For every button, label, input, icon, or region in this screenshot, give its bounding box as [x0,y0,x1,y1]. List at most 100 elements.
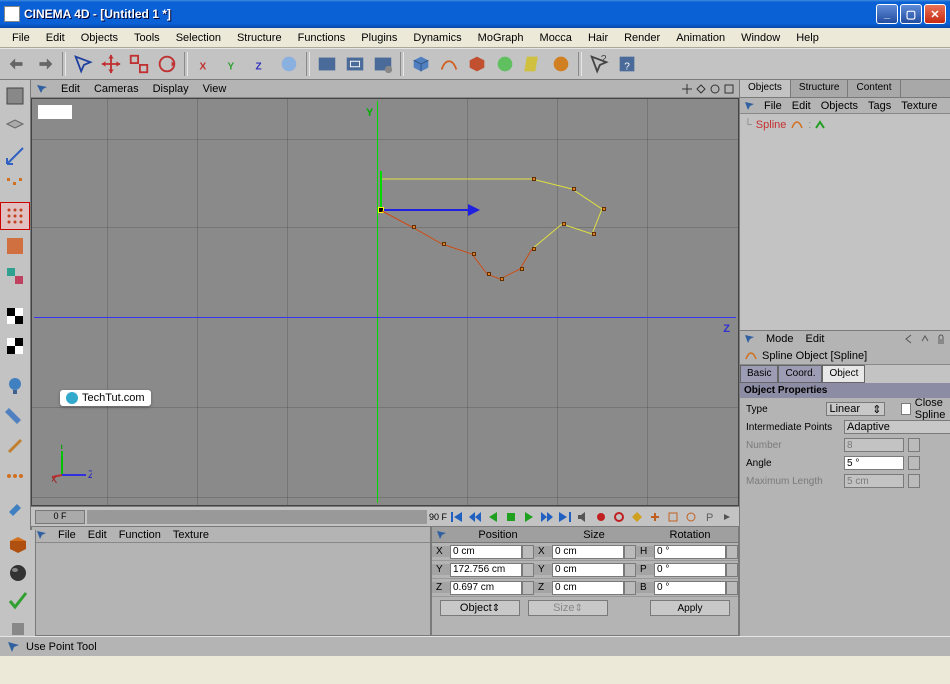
misc-tool[interactable] [3,616,33,642]
object-item-spline[interactable]: └ Spline : [744,118,950,132]
menu-help[interactable]: Help [788,30,827,46]
coord-apply-button[interactable]: Apply [650,600,730,616]
viewport-menu-display[interactable]: Display [153,83,189,95]
coord-size-spinner-X[interactable] [624,545,636,559]
material-menu-file[interactable]: File [58,529,76,541]
modeling-button[interactable] [492,51,518,77]
attr-angle-spinner[interactable] [908,456,920,470]
vp-zoom-icon[interactable] [695,83,707,95]
coord-rot-spinner-P[interactable] [726,563,738,577]
texture-tool[interactable] [0,262,30,290]
render-region-button[interactable] [342,51,368,77]
obj-menu-objects[interactable]: Objects [821,100,858,112]
menu-selection[interactable]: Selection [168,30,229,46]
content-tab[interactable]: Content [848,80,900,97]
coord-size-dropdown[interactable]: Size ⇕ [528,600,608,616]
play-button[interactable] [521,510,537,524]
menu-dynamics[interactable]: Dynamics [405,30,469,46]
goto-start-button[interactable] [449,510,465,524]
obj-menu-tags[interactable]: Tags [868,100,891,112]
world-axis-button[interactable] [276,51,302,77]
coord-size-Z[interactable] [552,581,624,595]
model-tool[interactable] [0,112,30,140]
autokey-button[interactable] [611,510,627,524]
menu-structure[interactable]: Structure [229,30,290,46]
viewport-menu-view[interactable]: View [203,83,227,95]
menu-render[interactable]: Render [616,30,668,46]
undo-button[interactable] [4,51,30,77]
menu-mograph[interactable]: MoGraph [470,30,532,46]
close-button[interactable]: ✕ [924,4,946,24]
menu-plugins[interactable]: Plugins [353,30,405,46]
menu-mocca[interactable]: Mocca [532,30,580,46]
coord-pos-spinner-Z[interactable] [522,581,534,595]
coord-object-dropdown[interactable]: Object ⇕ [440,600,520,616]
visibility-icon[interactable] [815,120,825,130]
material-menu-texture[interactable]: Texture [173,529,209,541]
attr-tab-coord[interactable]: Coord. [778,365,822,383]
point-tool[interactable] [0,172,30,200]
y-axis-button[interactable]: Y [220,51,246,77]
x-axis-button[interactable]: X [192,51,218,77]
viewport-menu-cameras[interactable]: Cameras [94,83,139,95]
minimize-button[interactable]: _ [876,4,898,24]
timeline-track[interactable] [87,510,427,524]
axis-tool[interactable] [0,142,30,170]
prev-key-button[interactable] [467,510,483,524]
menu-objects[interactable]: Objects [73,30,126,46]
attr-close-spline-checkbox[interactable] [901,403,911,415]
stop-button[interactable] [503,510,519,524]
timeline-current[interactable]: 0 F [35,510,85,524]
coord-size-X[interactable] [552,545,624,559]
z-axis-button[interactable]: Z [248,51,274,77]
render-settings-button[interactable] [370,51,396,77]
goto-end-button[interactable] [557,510,573,524]
keyscale-button[interactable] [665,510,681,524]
obj-menu-texture[interactable]: Texture [901,100,937,112]
obj-menu-file[interactable]: File [764,100,782,112]
points-tool[interactable] [0,462,30,490]
checker2-tool[interactable] [0,332,30,360]
attr-tab-basic[interactable]: Basic [740,365,778,383]
bone-tool[interactable] [0,432,30,460]
attr-interp-dropdown[interactable]: Adaptive [844,420,950,434]
attr-menu-mode[interactable]: Mode [766,333,794,345]
viewport[interactable]: Y Z Y Z X [31,98,739,506]
coord-size-Y[interactable] [552,563,624,577]
coord-pos-spinner-Y[interactable] [522,563,534,577]
select-tool-button[interactable] [70,51,96,77]
polygon-tool[interactable] [0,232,30,260]
deformer-button[interactable] [520,51,546,77]
attr-angle-input[interactable] [844,456,904,470]
help-button[interactable]: ? [614,51,640,77]
scene-button[interactable] [548,51,574,77]
material-menu-edit[interactable]: Edit [88,529,107,541]
cube-primitive-button[interactable] [408,51,434,77]
coord-rot-spinner-B[interactable] [726,581,738,595]
coord-rot-H[interactable] [654,545,726,559]
scale-tool-button[interactable] [126,51,152,77]
sound-button[interactable] [575,510,591,524]
keyrot-button[interactable] [683,510,699,524]
editable-tool[interactable] [0,82,30,110]
light-tool[interactable] [0,372,30,400]
coord-rot-P[interactable] [654,563,726,577]
coord-pos-Y[interactable] [450,563,522,577]
viewport-menu-edit[interactable]: Edit [61,83,80,95]
menu-functions[interactable]: Functions [290,30,354,46]
coord-size-spinner-Y[interactable] [624,563,636,577]
checker-tool[interactable] [0,302,30,330]
maximize-button[interactable]: ▢ [900,4,922,24]
next-key-button[interactable] [539,510,555,524]
edge-tool[interactable] [0,202,30,230]
redo-button[interactable] [32,51,58,77]
material-tool[interactable] [0,402,30,430]
play-back-button[interactable] [485,510,501,524]
objects-tab[interactable]: Objects [740,80,791,97]
vp-maximize-icon[interactable] [723,83,735,95]
coord-pos-X[interactable] [450,545,522,559]
attr-up-icon[interactable] [919,333,931,345]
menu-hair[interactable]: Hair [580,30,616,46]
coord-pos-spinner-X[interactable] [522,545,534,559]
material-area[interactable] [32,543,430,635]
